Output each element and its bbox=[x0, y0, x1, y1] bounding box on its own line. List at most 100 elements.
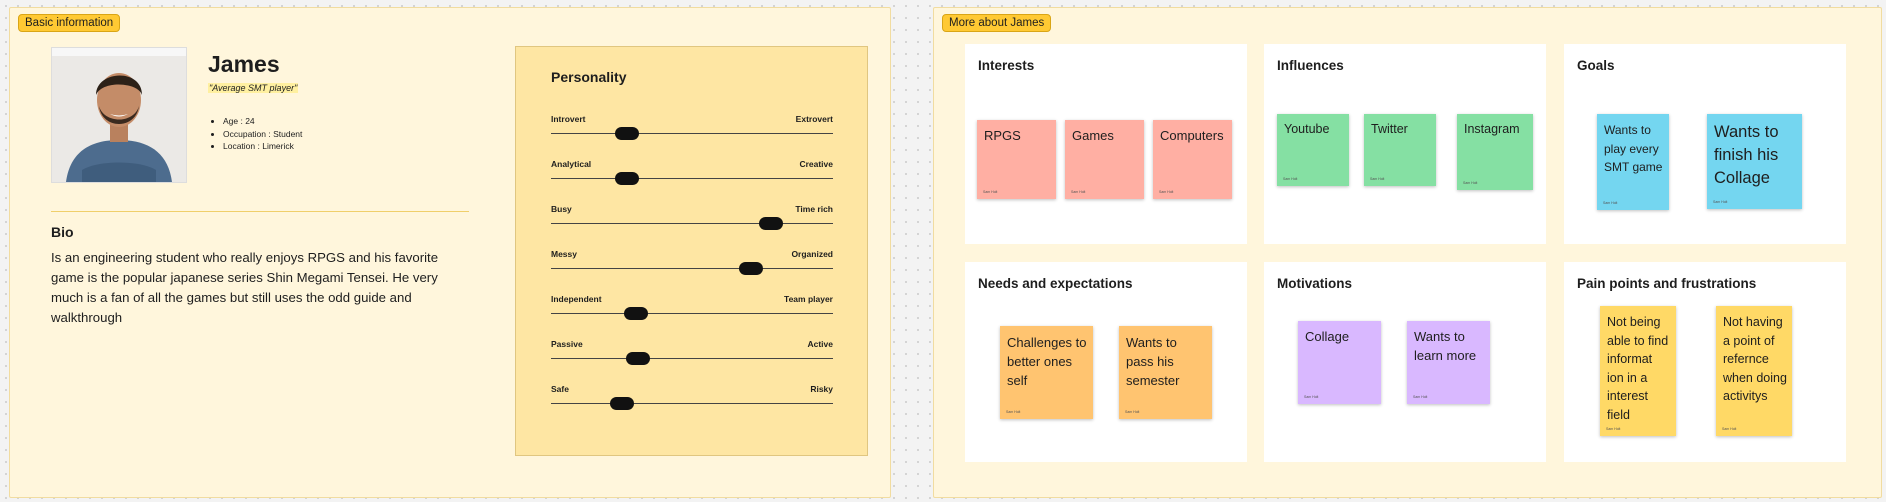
sticky-note-text: Twitter bbox=[1371, 122, 1408, 136]
sticky-note-author: Sam Holt bbox=[1413, 395, 1428, 399]
sticky-note[interactable]: RPGS Sam Holt bbox=[977, 120, 1056, 199]
trait-right-label: Organized bbox=[791, 249, 833, 259]
sticky-note-author: Sam Holt bbox=[1722, 427, 1737, 431]
sticky-note[interactable]: Wants to finish his Collage Sam Holt bbox=[1707, 114, 1802, 209]
trait-slider[interactable]: Safe Risky bbox=[551, 384, 833, 414]
sticky-note-text: Games bbox=[1072, 128, 1114, 143]
personality-panel[interactable]: Personality Introvert Extrovert Analytic… bbox=[515, 46, 868, 456]
slider-handle[interactable] bbox=[758, 217, 783, 230]
pain-points-card[interactable]: Pain points and frustrations Not being a… bbox=[1564, 262, 1846, 462]
slider-handle[interactable] bbox=[739, 262, 764, 275]
trait-slider[interactable]: Independent Team player bbox=[551, 294, 833, 324]
slider-track bbox=[551, 268, 833, 269]
sticky-note[interactable]: Youtube Sam Holt bbox=[1277, 114, 1349, 186]
sticky-note-author: Sam Holt bbox=[1283, 177, 1298, 181]
needs-card[interactable]: Needs and expectations Challenges to bet… bbox=[965, 262, 1247, 462]
sticky-note-author: Sam Holt bbox=[1463, 181, 1478, 185]
sticky-note[interactable]: Collage Sam Holt bbox=[1298, 321, 1381, 404]
sticky-note-text: RPGS bbox=[984, 128, 1021, 143]
trait-slider[interactable]: Introvert Extrovert bbox=[551, 114, 833, 144]
section-label-basic-information[interactable]: Basic information bbox=[18, 14, 121, 32]
sticky-note-author: Sam Holt bbox=[1071, 190, 1086, 194]
sticky-note-author: Sam Holt bbox=[1159, 190, 1174, 194]
personality-title: Personality bbox=[551, 69, 627, 85]
sticky-note[interactable]: Instagram Sam Holt bbox=[1457, 114, 1533, 190]
trait-right-label: Active bbox=[807, 339, 833, 349]
trait-left-label: Passive bbox=[551, 339, 583, 349]
slider-track bbox=[551, 358, 833, 359]
sticky-note-author: Sam Holt bbox=[1304, 395, 1319, 399]
sticky-note[interactable]: Not having a point of refernce when doin… bbox=[1716, 306, 1792, 436]
interests-card[interactable]: Interests RPGS Sam Holt Games Sam Holt C… bbox=[965, 44, 1247, 244]
trait-right-label: Creative bbox=[799, 159, 833, 169]
sticky-note-text: Challenges to better ones self bbox=[1007, 335, 1087, 388]
sticky-note[interactable]: Not being able to find informat ion in a… bbox=[1600, 306, 1676, 436]
sticky-note-text: Instagram bbox=[1464, 122, 1520, 136]
trait-right-label: Time rich bbox=[795, 204, 833, 214]
card-title-needs: Needs and expectations bbox=[978, 276, 1133, 291]
sticky-note[interactable]: Challenges to better ones self Sam Holt bbox=[1000, 326, 1093, 419]
persona-facts-list: Age : 24 Occupation : Student Location :… bbox=[209, 115, 302, 153]
trait-right-label: Risky bbox=[810, 384, 833, 394]
card-title-pain-points: Pain points and frustrations bbox=[1577, 276, 1757, 291]
sticky-note[interactable]: Wants to play every SMT game Sam Holt bbox=[1597, 114, 1669, 210]
bio-title: Bio bbox=[51, 224, 74, 240]
sticky-note-author: Sam Holt bbox=[983, 190, 998, 194]
sticky-note-author: Sam Holt bbox=[1603, 201, 1618, 205]
motivations-card[interactable]: Motivations Collage Sam Holt Wants to le… bbox=[1264, 262, 1546, 462]
sticky-note-text: Wants to play every SMT game bbox=[1604, 123, 1663, 174]
persona-name: James bbox=[208, 51, 280, 77]
trait-left-label: Analytical bbox=[551, 159, 592, 169]
sticky-note-text: Youtube bbox=[1284, 122, 1330, 136]
slider-track bbox=[551, 313, 833, 314]
slider-handle[interactable] bbox=[609, 397, 634, 410]
trait-slider[interactable]: Passive Active bbox=[551, 339, 833, 369]
trait-left-label: Independent bbox=[551, 294, 602, 304]
persona-tagline: "Average SMT player" bbox=[208, 83, 299, 93]
trait-slider[interactable]: Analytical Creative bbox=[551, 159, 833, 189]
sticky-note[interactable]: Games Sam Holt bbox=[1065, 120, 1144, 199]
sticky-note[interactable]: Computers Sam Holt bbox=[1153, 120, 1232, 199]
slider-track bbox=[551, 133, 833, 134]
sticky-note-author: Sam Holt bbox=[1606, 427, 1621, 431]
sticky-note[interactable]: Twitter Sam Holt bbox=[1364, 114, 1436, 186]
goals-card[interactable]: Goals Wants to play every SMT game Sam H… bbox=[1564, 44, 1846, 244]
trait-left-label: Messy bbox=[551, 249, 577, 259]
trait-right-label: Extrovert bbox=[795, 114, 833, 124]
fact-age: Age : 24 bbox=[223, 115, 302, 128]
fact-location: Location : Limerick bbox=[223, 140, 302, 153]
card-title-motivations: Motivations bbox=[1277, 276, 1353, 291]
basic-information-section[interactable]: Basic information James "Average SMT pla… bbox=[9, 7, 891, 498]
influences-card[interactable]: Influences Youtube Sam Holt Twitter Sam … bbox=[1264, 44, 1546, 244]
sticky-note-text: Computers bbox=[1160, 128, 1224, 143]
more-about-section[interactable]: More about James Interests RPGS Sam Holt… bbox=[933, 7, 1882, 498]
trait-left-label: Busy bbox=[551, 204, 572, 214]
slider-track bbox=[551, 223, 833, 224]
sticky-note-text: Not having a point of refernce when doin… bbox=[1723, 315, 1787, 403]
sticky-note-author: Sam Holt bbox=[1125, 410, 1140, 414]
sticky-note-author: Sam Holt bbox=[1006, 410, 1021, 414]
sticky-note-text: Wants to finish his Collage bbox=[1714, 123, 1779, 187]
trait-slider[interactable]: Busy Time rich bbox=[551, 204, 833, 234]
trait-left-label: Introvert bbox=[551, 114, 586, 124]
slider-track bbox=[551, 403, 833, 404]
sticky-note-text: Collage bbox=[1305, 329, 1350, 344]
slider-handle[interactable] bbox=[626, 352, 651, 365]
sticky-note-author: Sam Holt bbox=[1713, 200, 1728, 204]
slider-handle[interactable] bbox=[615, 172, 640, 185]
slider-handle[interactable] bbox=[623, 307, 648, 320]
sticky-note-author: Sam Holt bbox=[1370, 177, 1385, 181]
bio-text: Is an engineering student who really enj… bbox=[51, 250, 439, 325]
card-title-influences: Influences bbox=[1277, 58, 1344, 73]
slider-handle[interactable] bbox=[615, 127, 640, 140]
trait-right-label: Team player bbox=[784, 294, 833, 304]
trait-left-label: Safe bbox=[551, 384, 569, 394]
card-title-goals: Goals bbox=[1577, 58, 1615, 73]
sticky-note[interactable]: Wants to learn more Sam Holt bbox=[1407, 321, 1490, 404]
avatar-photo[interactable] bbox=[51, 47, 187, 183]
section-label-more-about[interactable]: More about James bbox=[942, 14, 1052, 32]
sticky-note[interactable]: Wants to pass his semester Sam Holt bbox=[1119, 326, 1212, 419]
trait-slider[interactable]: Messy Organized bbox=[551, 249, 833, 279]
sticky-note-text: Not being able to find informat ion in a… bbox=[1607, 315, 1669, 422]
slider-track bbox=[551, 178, 833, 179]
